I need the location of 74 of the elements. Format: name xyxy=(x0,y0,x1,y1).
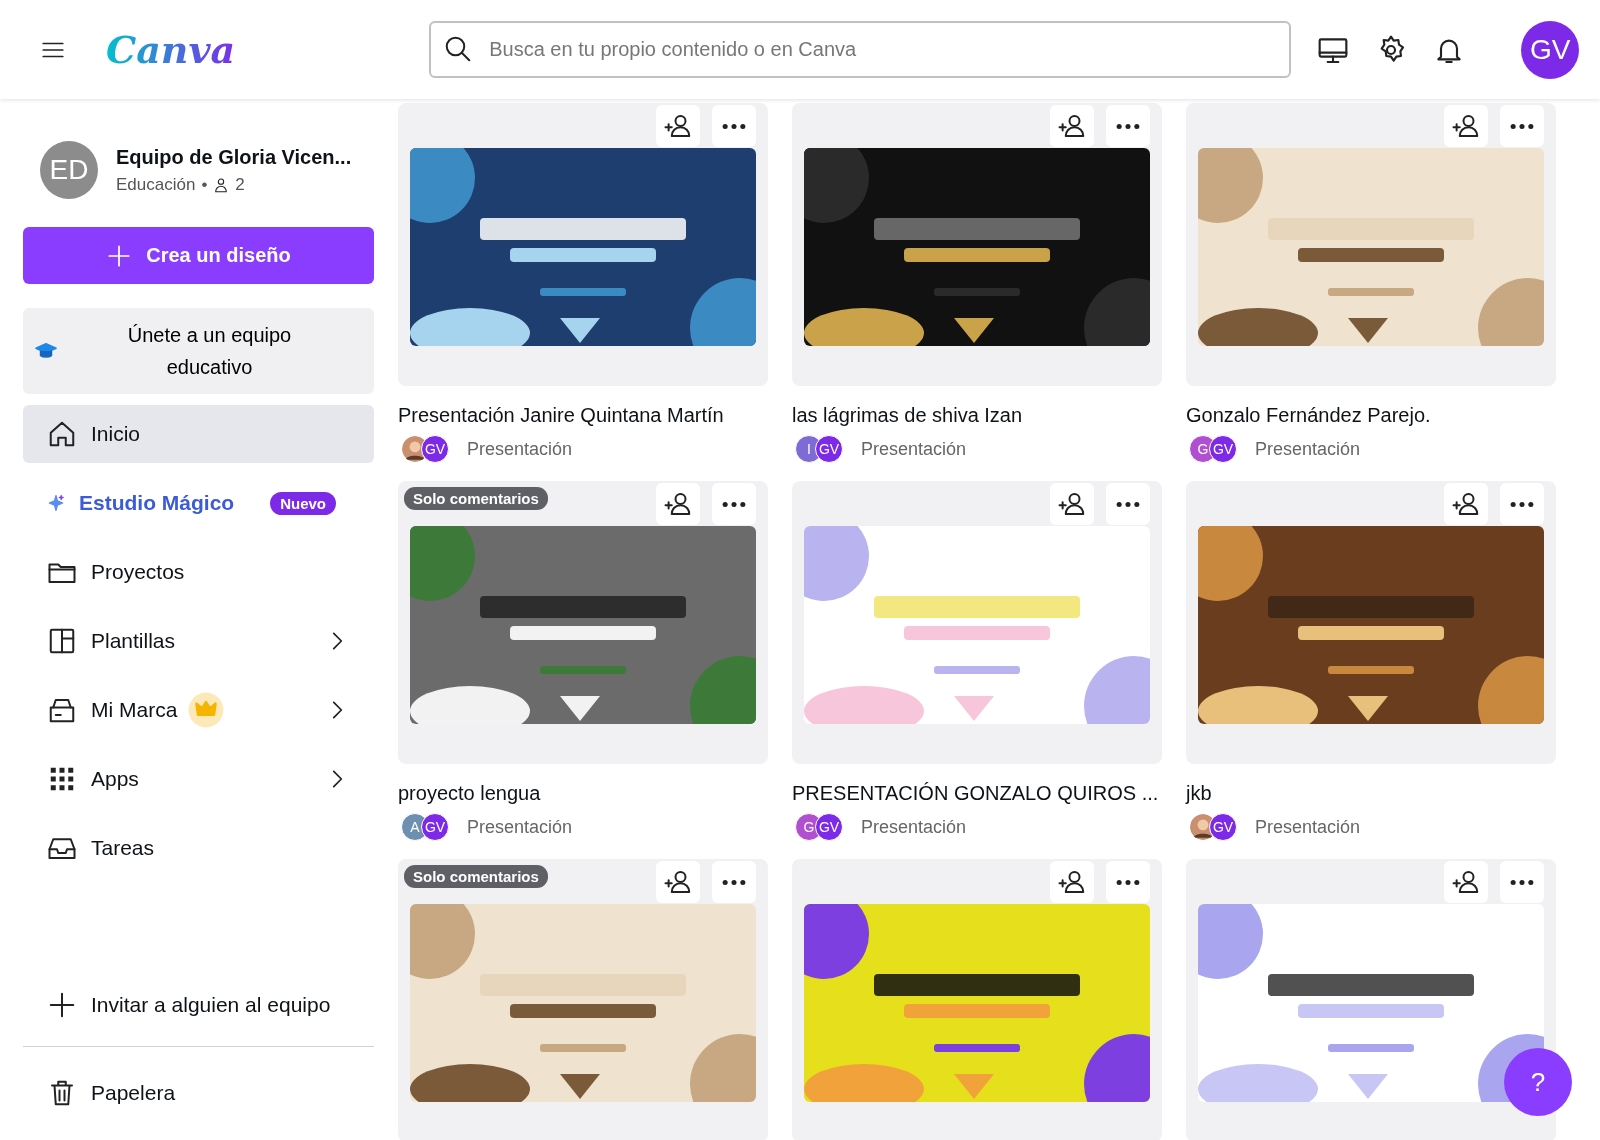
share-button[interactable] xyxy=(1050,861,1094,903)
design-card[interactable] xyxy=(792,859,1162,1140)
trash-item[interactable]: Papelera xyxy=(23,1064,374,1122)
design-title[interactable]: las lágrimas de shiva Izan xyxy=(792,404,1162,427)
design-card[interactable]: Solo comentarios xyxy=(398,859,768,1140)
more-icon xyxy=(1116,878,1140,886)
share-button[interactable] xyxy=(1444,861,1488,903)
nav-item[interactable]: Proyectos xyxy=(23,543,374,601)
member-count: 2 xyxy=(235,174,245,195)
plus-icon xyxy=(47,990,77,1020)
new-badge: Nuevo xyxy=(270,491,336,515)
design-type: Presentación xyxy=(861,816,967,838)
team-name[interactable]: Equipo de Gloria Vicen... xyxy=(116,145,352,169)
nav-item[interactable]: Mi Marca xyxy=(23,681,374,739)
members-icon xyxy=(213,176,230,193)
design-type: Presentación xyxy=(467,438,573,460)
more-icon xyxy=(722,122,746,130)
design-title[interactable]: jkb xyxy=(1186,782,1556,805)
owner-avatar: GV xyxy=(421,435,449,463)
join-team-button[interactable]: Únete a un equipo educativo xyxy=(23,308,374,394)
comment-only-badge: Solo comentarios xyxy=(404,865,548,888)
more-button[interactable] xyxy=(712,861,756,903)
share-button[interactable] xyxy=(1050,105,1094,147)
design-card[interactable] xyxy=(1186,859,1556,1140)
more-icon xyxy=(722,878,746,886)
home-icon xyxy=(47,419,77,449)
design-title[interactable]: proyecto lengua xyxy=(398,782,768,805)
more-icon xyxy=(1510,122,1534,130)
design-type: Presentación xyxy=(1255,438,1361,460)
share-button[interactable] xyxy=(656,105,700,147)
more-icon xyxy=(1510,500,1534,508)
separator-dot: • xyxy=(201,174,208,195)
nav-item[interactable]: Plantillas xyxy=(23,612,374,670)
more-button[interactable] xyxy=(1106,105,1150,147)
share-button[interactable] xyxy=(656,861,700,903)
team-avatar: ED xyxy=(40,141,98,199)
team-type: Educación xyxy=(116,174,196,195)
share-button[interactable] xyxy=(1444,483,1488,525)
share-button[interactable] xyxy=(1444,105,1488,147)
nav-item[interactable]: Estudio Mágico Nuevo xyxy=(23,474,374,532)
user-avatar[interactable]: GV xyxy=(1521,20,1580,79)
more-icon xyxy=(722,500,746,508)
more-button[interactable] xyxy=(712,105,756,147)
design-title[interactable]: PRESENTACIÓN GONZALO QUIROS ... xyxy=(792,782,1162,805)
owner-avatar: GV xyxy=(1209,813,1237,841)
design-type: Presentación xyxy=(467,816,573,838)
comment-only-badge: Solo comentarios xyxy=(404,487,548,510)
search-field[interactable]: Busca en tu propio contenido o en Canva xyxy=(429,21,1292,78)
design-title[interactable]: Presentación Janire Quintana Martín xyxy=(398,404,768,427)
more-icon xyxy=(1116,122,1140,130)
more-icon xyxy=(1116,500,1140,508)
design-card[interactable] xyxy=(1186,103,1556,386)
create-design-button[interactable]: Crea un diseño xyxy=(23,227,374,284)
layout-icon xyxy=(47,626,77,656)
design-title[interactable]: Gonzalo Fernández Parejo. xyxy=(1186,404,1556,427)
more-button[interactable] xyxy=(1500,483,1544,525)
design-type: Presentación xyxy=(861,438,967,460)
share-button[interactable] xyxy=(1050,483,1094,525)
more-icon xyxy=(1510,878,1534,886)
more-button[interactable] xyxy=(1106,861,1150,903)
design-card[interactable]: Solo comentarios xyxy=(398,481,768,764)
more-button[interactable] xyxy=(712,483,756,525)
nav-item[interactable]: Tareas xyxy=(23,819,374,877)
design-card[interactable] xyxy=(792,103,1162,386)
nav-item[interactable]: Apps xyxy=(23,750,374,808)
more-button[interactable] xyxy=(1500,861,1544,903)
more-button[interactable] xyxy=(1500,105,1544,147)
share-button[interactable] xyxy=(656,483,700,525)
design-type: Presentación xyxy=(1255,816,1361,838)
design-card[interactable] xyxy=(1186,481,1556,764)
nav-item[interactable]: Inicio xyxy=(23,405,374,463)
invite-button[interactable]: Invitar a alguien al equipo xyxy=(23,976,374,1034)
more-button[interactable] xyxy=(1106,483,1150,525)
design-card[interactable] xyxy=(398,103,768,386)
